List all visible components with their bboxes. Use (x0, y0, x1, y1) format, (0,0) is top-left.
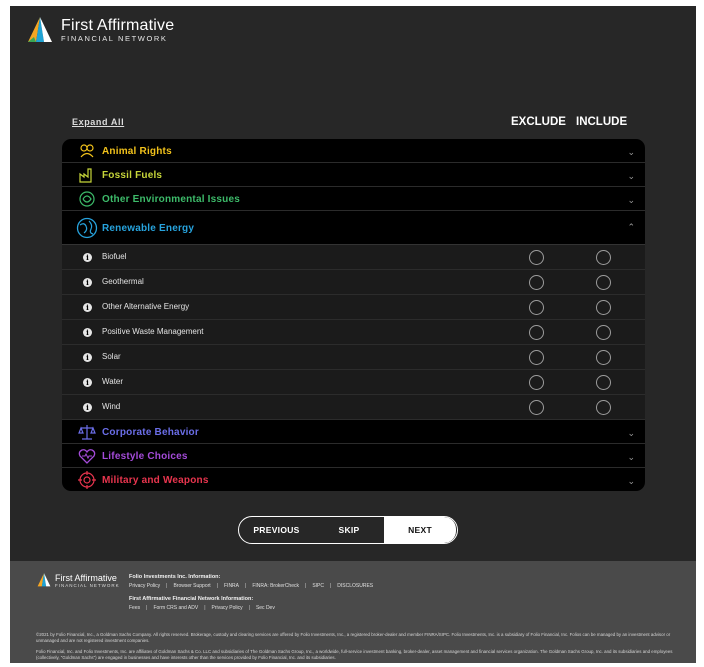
exclude-radio[interactable] (529, 275, 544, 290)
subitem-row: i Other Alternative Energy (62, 295, 645, 320)
subitem-row: i Geothermal (62, 270, 645, 295)
category-renewable-energy[interactable]: Renewable Energy ⌃ (62, 211, 645, 245)
expand-all-link[interactable]: Expand All (72, 117, 124, 127)
footer: First Affirmative FINANCIAL NETWORK Foli… (10, 561, 696, 663)
category-animal-rights[interactable]: Animal Rights ⌄ (62, 139, 645, 163)
screening-panel: Animal Rights ⌄ Fossil Fuels ⌄ Other Env… (62, 139, 645, 491)
category-label: Other Environmental Issues (102, 194, 241, 205)
footer-link[interactable]: Fees (129, 605, 140, 611)
include-radio[interactable] (596, 275, 611, 290)
footer-link[interactable]: FINRA (224, 583, 239, 589)
brand-logo-icon (37, 573, 51, 587)
include-radio[interactable] (596, 300, 611, 315)
footer-link[interactable]: Browser Support (173, 583, 210, 589)
wizard-navigation: PREVIOUS SKIP NEXT (238, 516, 458, 544)
subitem-row: i Solar (62, 345, 645, 370)
brand-text: First Affirmative FINANCIAL NETWORK (61, 17, 174, 43)
include-radio[interactable] (596, 375, 611, 390)
info-icon[interactable]: i (83, 353, 92, 362)
exclude-radio[interactable] (529, 250, 544, 265)
exclude-radio[interactable] (529, 375, 544, 390)
subitem-row: i Water (62, 370, 645, 395)
chevron-up-icon: ⌃ (627, 222, 635, 232)
brand-name: First Affirmative (61, 17, 175, 34)
scales-icon (78, 425, 96, 440)
include-radio[interactable] (596, 250, 611, 265)
category-label: Military and Weapons (102, 475, 209, 486)
legal-text: ©2021 by Folio Financial, Inc., a Goldma… (36, 632, 671, 643)
folio-links: Privacy Policy | Browser Support | FINRA | … (129, 583, 374, 589)
footer-link[interactable]: DISCLOSURES (337, 583, 373, 589)
exclude-radio[interactable] (529, 350, 544, 365)
target-icon (78, 471, 96, 489)
footer-brand-name: First Affirmative (55, 572, 117, 583)
subitem-label: Biofuel (102, 252, 127, 261)
category-label: Animal Rights (102, 146, 172, 157)
globe-icon (76, 217, 98, 239)
info-icon[interactable]: i (83, 278, 92, 287)
footer-link[interactable]: SIPC (312, 583, 324, 589)
fafn-info-heading: First Affirmative Financial Network Info… (129, 596, 254, 602)
exclude-column-header: EXCLUDE (511, 116, 566, 128)
category-label: Lifestyle Choices (102, 451, 188, 462)
environment-icon (79, 191, 95, 207)
category-corporate-behavior[interactable]: Corporate Behavior ⌄ (62, 420, 645, 444)
info-icon[interactable]: i (83, 303, 92, 312)
category-label: Corporate Behavior (102, 427, 199, 438)
category-label: Renewable Energy (102, 223, 195, 234)
folio-info-heading: Folio Investments Inc. Information: (129, 574, 221, 580)
include-radio[interactable] (596, 350, 611, 365)
include-radio[interactable] (596, 400, 611, 415)
footer-link[interactable]: Form CRS and ADV (153, 605, 198, 611)
factory-icon (79, 168, 92, 183)
footer-link[interactable]: FINRA: BrokerCheck (252, 583, 299, 589)
footer-link[interactable]: Privacy Policy (129, 583, 160, 589)
exclude-radio[interactable] (529, 300, 544, 315)
footer-brand[interactable]: First Affirmative FINANCIAL NETWORK (36, 572, 120, 588)
info-icon[interactable]: i (83, 253, 92, 262)
info-icon[interactable]: i (83, 328, 92, 337)
subitem-label: Geothermal (102, 277, 144, 286)
subitem-row: i Biofuel (62, 245, 645, 270)
subitem-label: Solar (102, 352, 121, 361)
fafn-links: Fees | Form CRS and ADV | Privacy Policy | … (129, 605, 275, 611)
brand-logo-icon (28, 17, 52, 42)
category-other-environmental-issues[interactable]: Other Environmental Issues ⌄ (62, 187, 645, 211)
brand-subtitle: FINANCIAL NETWORK (61, 34, 168, 43)
chevron-down-icon: ⌄ (627, 147, 635, 157)
footer-link[interactable]: Privacy Policy (212, 605, 243, 611)
category-label: Fossil Fuels (102, 170, 163, 181)
subitem-label: Water (102, 377, 124, 386)
subitem-row: i Positive Waste Management (62, 320, 645, 345)
heart-icon (78, 449, 96, 464)
subitem-label: Wind (102, 402, 121, 411)
category-lifestyle-choices[interactable]: Lifestyle Choices ⌄ (62, 444, 645, 468)
include-radio[interactable] (596, 325, 611, 340)
animal-icon (80, 144, 94, 158)
subitem-label: Positive Waste Management (102, 327, 204, 336)
category-military-and-weapons[interactable]: Military and Weapons ⌄ (62, 468, 645, 491)
subitem-label: Other Alternative Energy (102, 302, 190, 311)
info-icon[interactable]: i (83, 378, 92, 387)
brand-logo-block[interactable]: First Affirmative FINANCIAL NETWORK (25, 15, 174, 45)
legal-text: Folio Financial, Inc. and Folio Investme… (36, 649, 673, 660)
footer-link[interactable]: Sec Dev (256, 605, 275, 611)
chevron-down-icon: ⌄ (627, 171, 635, 181)
footer-brand-subtitle: FINANCIAL NETWORK (55, 582, 120, 588)
next-button[interactable]: NEXT (384, 517, 456, 543)
previous-button[interactable]: PREVIOUS (239, 517, 314, 543)
chevron-down-icon: ⌄ (627, 428, 635, 438)
skip-button[interactable]: SKIP (314, 517, 384, 543)
info-icon[interactable]: i (83, 403, 92, 412)
category-fossil-fuels[interactable]: Fossil Fuels ⌄ (62, 163, 645, 187)
chevron-down-icon: ⌄ (627, 452, 635, 462)
exclude-radio[interactable] (529, 325, 544, 340)
chevron-down-icon: ⌄ (627, 476, 635, 486)
subitem-row: i Wind (62, 395, 645, 420)
page-frame: First Affirmative FINANCIAL NETWORK Expa… (10, 6, 696, 663)
include-column-header: INCLUDE (576, 116, 628, 128)
exclude-radio[interactable] (529, 400, 544, 415)
chevron-down-icon: ⌄ (627, 195, 635, 205)
